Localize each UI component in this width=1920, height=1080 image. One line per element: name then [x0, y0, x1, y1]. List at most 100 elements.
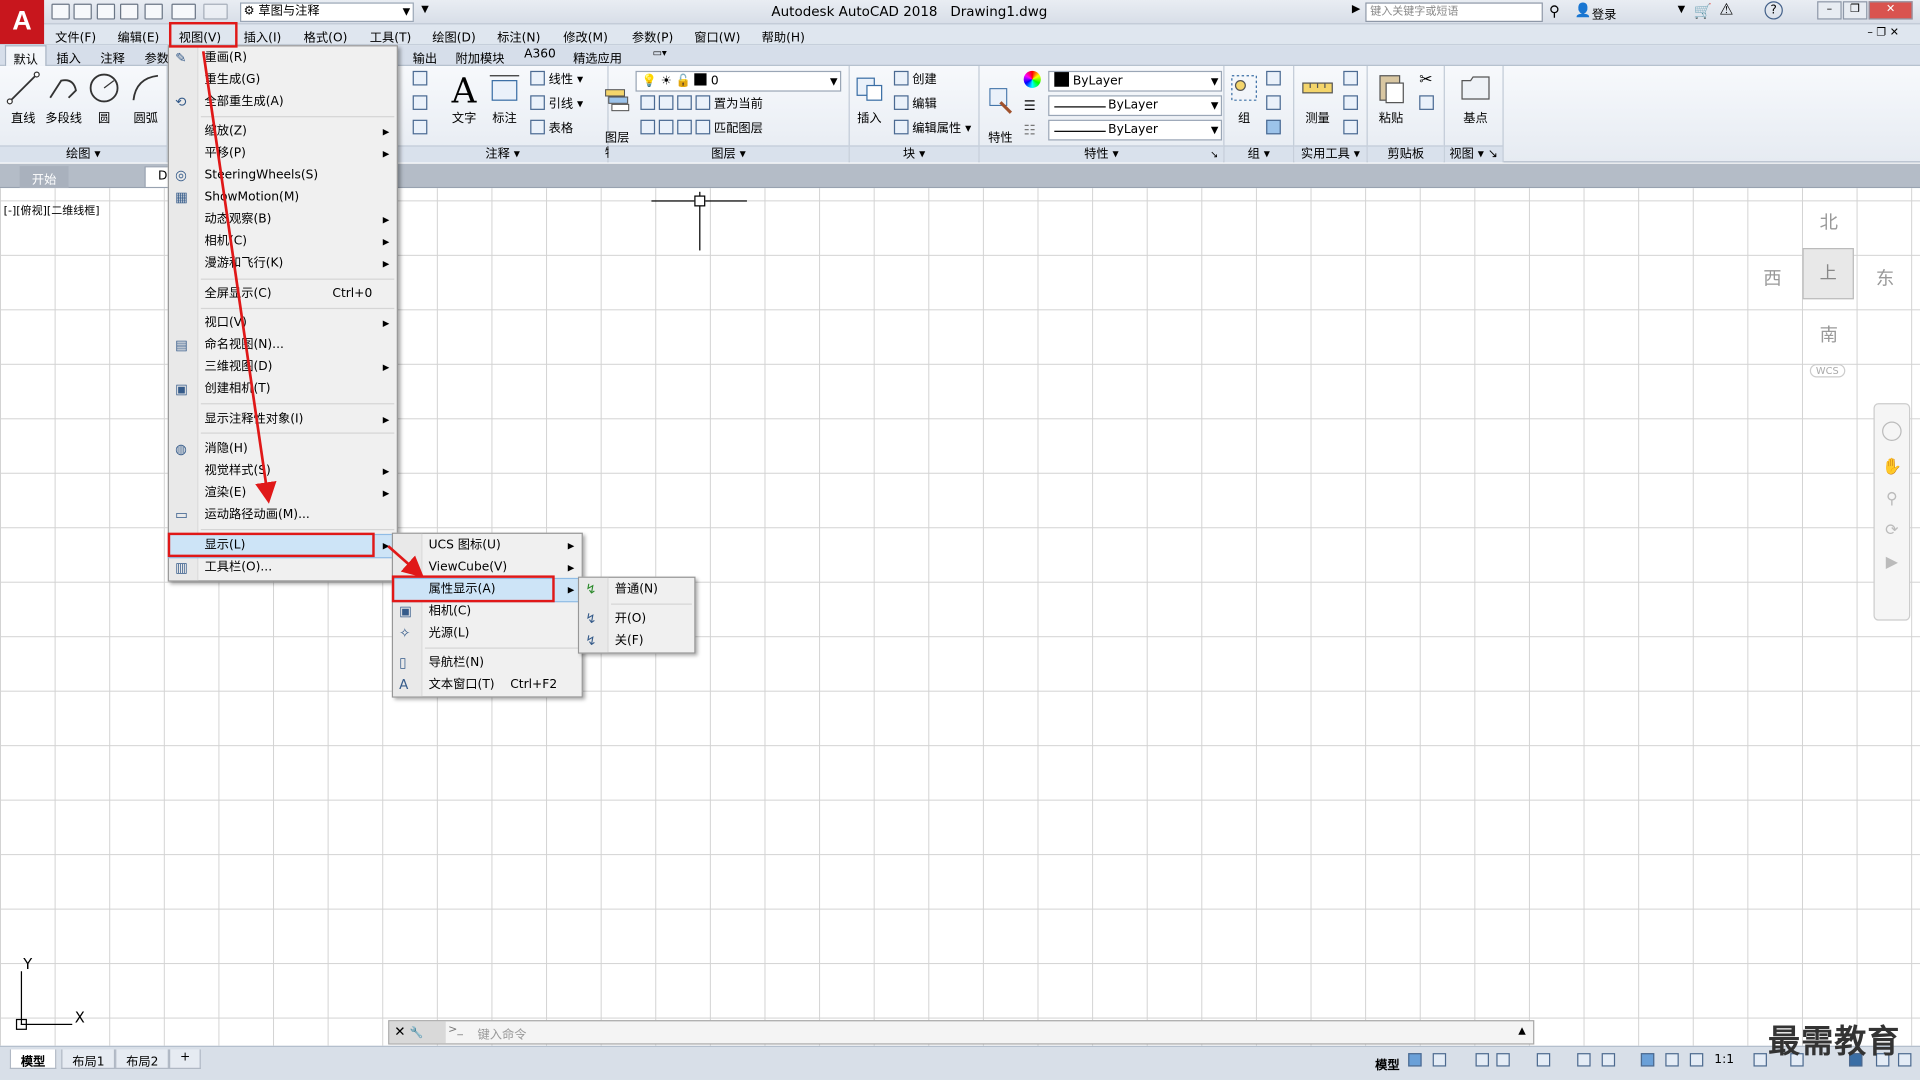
quick-select-button[interactable]	[1343, 70, 1361, 91]
layout-tab-model[interactable]: 模型	[9, 1049, 57, 1069]
linetype-icon[interactable]: ☰	[1024, 98, 1036, 114]
copy-clip-button[interactable]	[1419, 95, 1437, 115]
redo-icon[interactable]	[203, 3, 228, 20]
close-icon[interactable]: ✕	[394, 1024, 405, 1040]
group-edit-button[interactable]	[1266, 95, 1284, 115]
viewcube-top-face[interactable]: 上	[1802, 248, 1854, 300]
linear-button[interactable]: 线性 ▾	[530, 70, 583, 91]
menu-help[interactable]: 帮助(H)	[762, 27, 805, 45]
menu-draw[interactable]: 绘图(D)	[432, 27, 475, 45]
user-icon[interactable]: 👤	[1575, 2, 1592, 18]
wcs-menu[interactable]: WCS	[1809, 364, 1845, 378]
edit-attributes-button[interactable]: 编辑属性 ▾	[893, 119, 971, 140]
attr-item-2[interactable]: ↯ 关(F)	[579, 630, 694, 652]
display-item-5[interactable]: ▯ 导航栏(N)	[393, 652, 582, 674]
view-item-21[interactable]: ▥ 工具栏(O)...	[169, 557, 397, 579]
viewport-controls-label[interactable]: [-][俯视][二维线框]	[4, 202, 100, 217]
view-item-1[interactable]: 重生成(G)	[169, 70, 397, 92]
insert-block-button[interactable]: 插入	[852, 71, 886, 126]
tab-addins[interactable]: 附加模块	[456, 48, 505, 66]
block-panel-title[interactable]: 块 ▾	[849, 145, 979, 163]
viewcube-west[interactable]: 西	[1763, 265, 1781, 291]
display-item-1[interactable]: ViewCube(V) ▶	[393, 557, 582, 579]
lineweight-combo[interactable]: ByLayer ▼	[1048, 119, 1223, 141]
view-item-13[interactable]: 三维视图(D) ▶	[169, 357, 397, 379]
search-input[interactable]: 键入关键字或短语	[1365, 2, 1543, 22]
modify-tool-3[interactable]	[412, 119, 431, 140]
add-layout-tab[interactable]: +	[168, 1049, 202, 1069]
new-file-icon[interactable]	[51, 3, 70, 20]
group-select-button[interactable]	[1266, 119, 1284, 140]
tab-annotate[interactable]: 注释	[100, 48, 124, 66]
paste-button[interactable]: 粘贴	[1373, 71, 1410, 126]
display-item-0[interactable]: UCS 图标(U) ▶	[393, 535, 582, 557]
save-icon[interactable]	[96, 3, 116, 20]
view-item-19[interactable]: ▭ 运动路径动画(M)...	[169, 505, 397, 527]
view-item-2[interactable]: ⟲ 全部重生成(A)	[169, 92, 397, 114]
qa-dropdown-icon[interactable]: ▼	[421, 4, 429, 15]
zoom-icon[interactable]: ⚲	[1882, 490, 1902, 510]
ungroup-button[interactable]	[1266, 70, 1284, 91]
osnap-icon[interactable]	[1601, 1053, 1616, 1067]
view-item-5[interactable]: ◎ SteeringWheels(S)	[169, 165, 397, 187]
workspace-combo[interactable]: ⚙ 草图与注释 ▼	[240, 2, 414, 22]
binoculars-icon[interactable]: ⚲	[1549, 2, 1560, 19]
showmotion-nav-icon[interactable]: ▶	[1882, 553, 1902, 573]
doc-window-controls[interactable]: – ❐ ✕	[1867, 27, 1899, 39]
properties-panel-title[interactable]: 特性 ▾ ↘	[979, 145, 1224, 163]
search-expand-icon[interactable]: ▶	[1352, 4, 1360, 16]
text-button[interactable]: A 文字	[447, 71, 481, 126]
menu-edit[interactable]: 编辑(E)	[118, 27, 160, 45]
signin-dropdown-icon[interactable]: ▼	[1678, 4, 1686, 15]
cart-icon[interactable]: 🛒	[1693, 2, 1711, 19]
clipboard-panel-title[interactable]: 剪贴板	[1367, 145, 1444, 163]
orbit-icon[interactable]: ⟳	[1882, 522, 1902, 542]
signin-link[interactable]: 登录	[1592, 4, 1616, 22]
pan-icon[interactable]: ✋	[1882, 458, 1902, 478]
tab-a360[interactable]: A360	[524, 48, 556, 61]
menu-modify[interactable]: 修改(M)	[563, 27, 608, 45]
view-item-8[interactable]: 相机(C) ▶	[169, 231, 397, 253]
layers-panel-title[interactable]: 图层 ▾	[608, 145, 849, 163]
view-item-4[interactable]: 平移(P) ▶	[169, 143, 397, 165]
polar-toggle-icon[interactable]	[1496, 1053, 1510, 1067]
view-item-0[interactable]: ✎ 重画(R)	[169, 48, 397, 70]
tab-parametric[interactable]: 参数	[144, 48, 168, 66]
steering-wheel-nav-icon[interactable]	[1882, 421, 1902, 442]
view-item-17[interactable]: 视觉样式(S) ▶	[169, 461, 397, 483]
layer-tools-row1[interactable]: 置为当前	[640, 95, 763, 115]
view-item-7[interactable]: 动态观察(B) ▶	[169, 209, 397, 231]
view-item-18[interactable]: 渲染(E) ▶	[169, 483, 397, 505]
menu-format[interactable]: 格式(O)	[304, 27, 348, 45]
wrench-icon[interactable]: 🔧	[410, 1027, 424, 1039]
tab-featured-apps[interactable]: 精选应用	[573, 48, 622, 66]
display-item-2[interactable]: 属性显示(A) ▶	[391, 577, 583, 603]
snap-toggle-icon[interactable]	[1432, 1053, 1447, 1067]
linetype-combo[interactable]: ByLayer ▼	[1048, 95, 1223, 117]
menu-file[interactable]: 文件(F)	[55, 27, 96, 45]
tab-insert[interactable]: 插入	[56, 48, 80, 66]
modify-tool-1[interactable]	[412, 70, 431, 91]
ribbon-toggle-icon[interactable]: ▭▾	[653, 48, 667, 59]
view-item-16[interactable]: ◍ 消隐(H)	[169, 439, 397, 461]
polyline-button[interactable]: 多段线	[44, 71, 83, 126]
table-button[interactable]: 表格	[530, 119, 573, 140]
color-wheel-icon[interactable]	[1023, 70, 1041, 88]
attr-item-1[interactable]: ↯ 开(O)	[579, 608, 694, 630]
menu-dimension[interactable]: 标注(N)	[497, 27, 540, 45]
display-item-4[interactable]: ✧ 光源(L)	[393, 623, 582, 645]
view-panel-title[interactable]: 视图 ▾ ↘	[1444, 145, 1503, 163]
view-item-9[interactable]: 漫游和飞行(K) ▶	[169, 253, 397, 275]
menu-view[interactable]: 视图(V)	[179, 27, 221, 45]
maximize-button[interactable]: ❐	[1842, 1, 1868, 20]
dimension-button[interactable]: 标注	[486, 71, 523, 126]
menu-insert[interactable]: 插入(I)	[244, 27, 282, 45]
modify-tool-2[interactable]	[412, 95, 431, 115]
groups-panel-title[interactable]: 组 ▾	[1224, 145, 1294, 163]
command-prompt-icon[interactable]: >_	[448, 1024, 463, 1036]
leader-button[interactable]: 引线 ▾	[530, 95, 583, 115]
menu-window[interactable]: 窗口(W)	[694, 27, 740, 45]
tab-start[interactable]: 开始	[19, 166, 69, 189]
workspace-switch-icon[interactable]	[1753, 1053, 1767, 1067]
osnap-tracking-icon[interactable]	[1577, 1053, 1591, 1067]
